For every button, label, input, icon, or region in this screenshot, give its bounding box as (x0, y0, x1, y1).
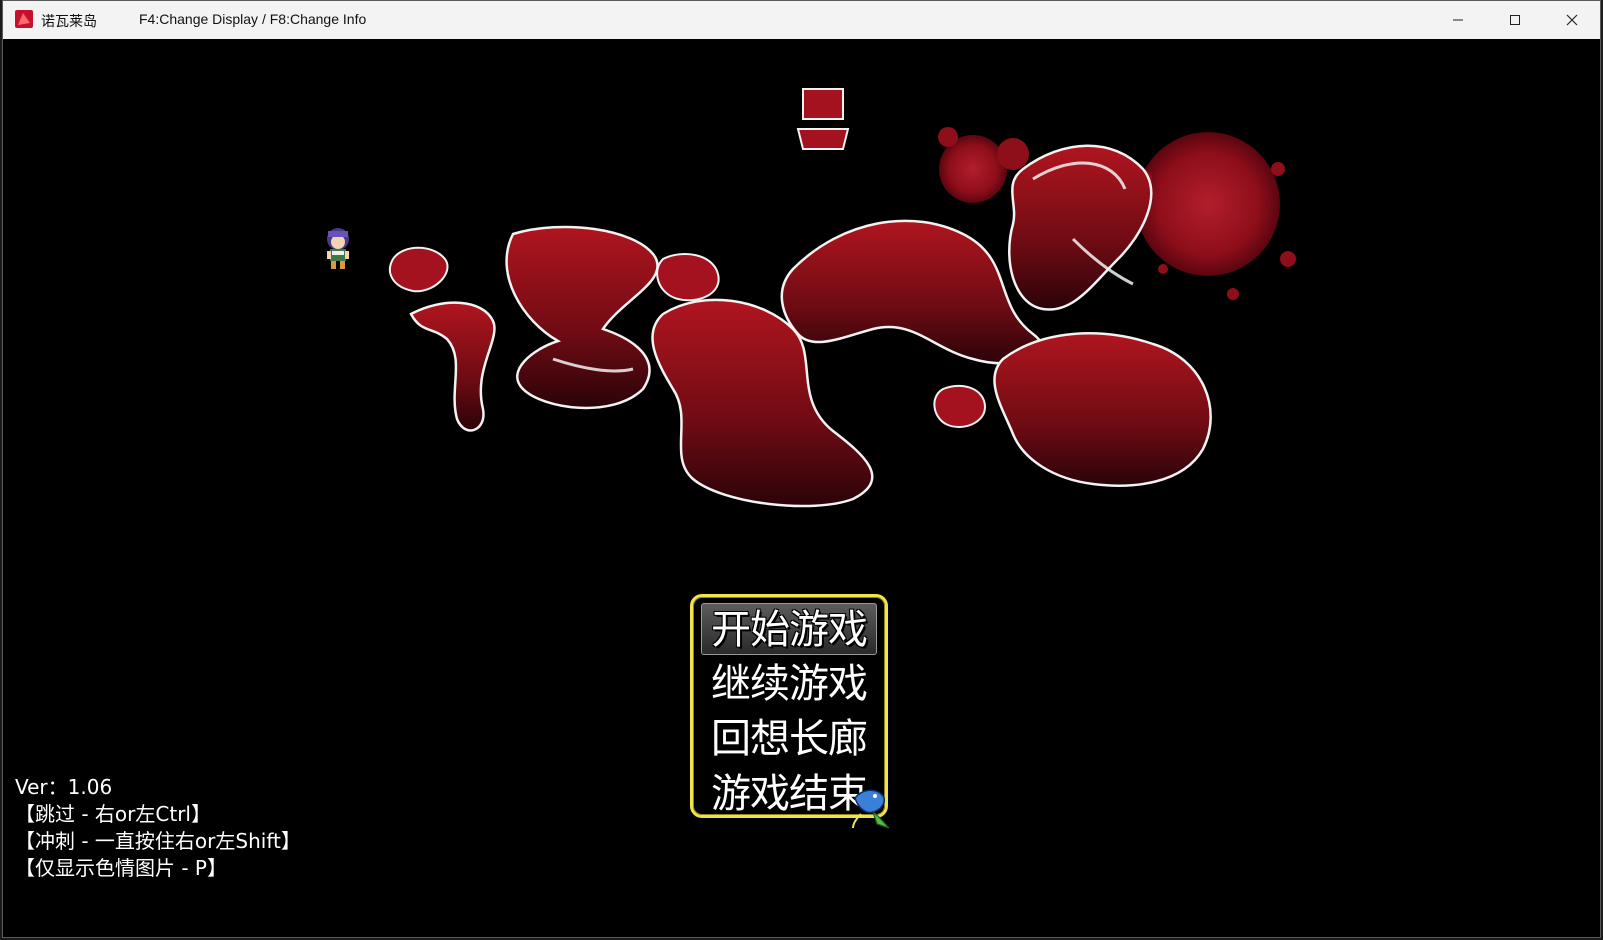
maximize-button[interactable] (1487, 1, 1543, 38)
game-screen[interactable]: 开始游戏 继续游戏 回想长廊 游戏结束 Ver：1.06 【跳过 - 右or左C… (3, 39, 1600, 937)
game-window: 诺瓦莱岛 F4:Change Display / F8:Change Info (2, 0, 1601, 938)
close-button[interactable] (1544, 1, 1600, 38)
minimize-button[interactable] (1430, 1, 1486, 38)
hint-image-only: 【仅显示色情图片 - P】 (15, 856, 227, 880)
blue-bird-cursor-icon (852, 789, 890, 829)
minimize-icon (1453, 19, 1463, 20)
game-logo (388, 88, 1296, 508)
menu-new-game[interactable]: 开始游戏 (701, 603, 877, 655)
maximize-icon (1510, 14, 1520, 25)
menu-recollection-gallery[interactable]: 回想长廊 (701, 713, 877, 765)
title-bar[interactable]: 诺瓦莱岛 F4:Change Display / F8:Change Info (3, 1, 1600, 40)
menu-continue[interactable]: 继续游戏 (701, 658, 877, 710)
player-sprite-icon (327, 228, 349, 269)
hint-skip: 【跳过 - 右or左Ctrl】 (15, 802, 211, 826)
window-title: 诺瓦莱岛 (41, 14, 97, 30)
app-icon (15, 10, 33, 28)
hotkey-hint: F4:Change Display / F8:Change Info (139, 11, 367, 27)
hint-dash: 【冲刺 - 一直按住右or左Shift】 (15, 829, 301, 853)
version-label: Ver：1.06 (15, 775, 113, 799)
close-icon (1566, 14, 1578, 25)
